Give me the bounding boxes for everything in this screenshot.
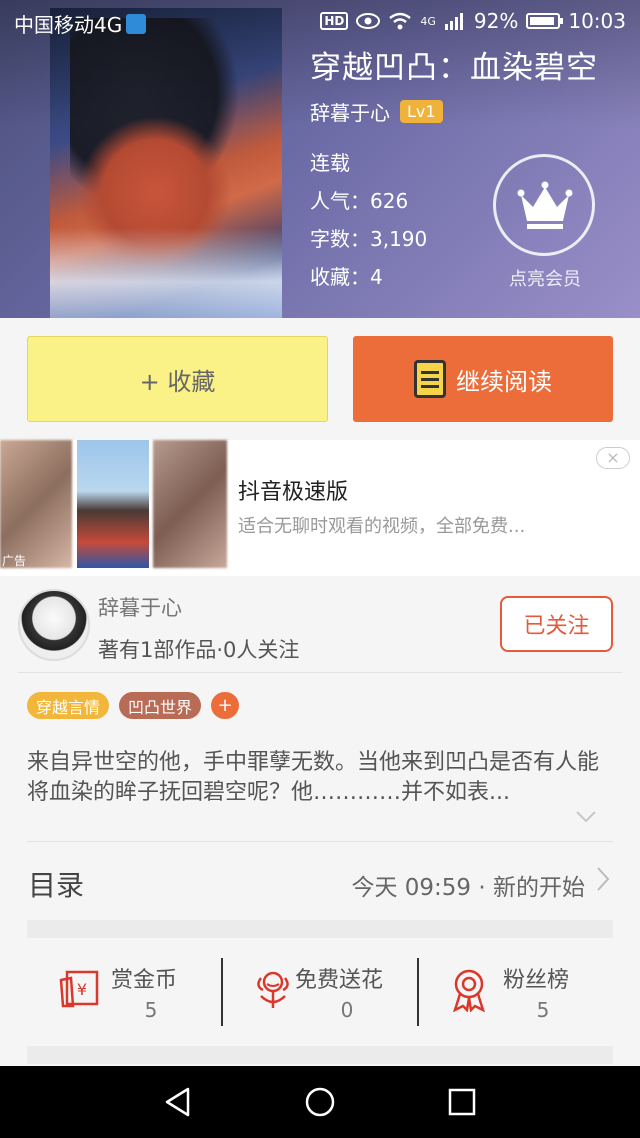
- interaction-stats: ¥ 赏金币 5 免费送花 0 粉丝榜 5: [27, 940, 613, 1044]
- level-badge: Lv1: [400, 100, 443, 123]
- reward-coins-label: 赏金币: [111, 968, 178, 993]
- author-avatar[interactable]: [18, 589, 90, 661]
- popularity-count: 人气：626: [310, 189, 409, 213]
- recents-icon[interactable]: [446, 1086, 478, 1118]
- word-count: 字数：3,190: [310, 227, 428, 251]
- eye-icon: [356, 13, 381, 29]
- follow-button[interactable]: 已关注: [500, 596, 613, 652]
- fan-ranking-label: 粉丝榜: [503, 968, 570, 993]
- book-description[interactable]: 来自异世空的他，手中罪孽无数。当他来到凹凸是否有人能将血染的眸子抚回碧空呢？他……: [27, 748, 612, 808]
- status-bar: 中国移动4G HD 4G 92% 10:03: [0, 0, 640, 42]
- author-name[interactable]: 辞暮于心: [98, 592, 182, 622]
- action-bar: + 收藏 继续阅读: [0, 318, 640, 440]
- author-stats: 著有1部作品·0人关注: [98, 638, 300, 662]
- expand-chevron-icon[interactable]: [575, 810, 597, 824]
- carrier-label: 中国移动4G: [14, 13, 123, 37]
- ad-banner[interactable]: 广告 抖音极速版 适合无聊时观看的视频，全部免费...: [0, 440, 640, 576]
- vip-button[interactable]: [493, 154, 595, 256]
- network-type: 4G: [420, 14, 436, 28]
- catalog-row[interactable]: 目录 今天 09:59 · 新的开始: [0, 842, 640, 922]
- vip-label: 点亮会员: [509, 269, 581, 290]
- hotspot-icon: [126, 13, 147, 34]
- favorite-button[interactable]: + 收藏: [27, 336, 328, 422]
- serial-status: 连载: [310, 151, 350, 175]
- clock: 10:03: [568, 9, 626, 33]
- divider: [18, 672, 622, 673]
- svg-text:¥: ¥: [77, 980, 87, 999]
- home-icon[interactable]: [304, 1086, 336, 1118]
- continue-reading-button[interactable]: 继续阅读: [353, 336, 613, 422]
- section-band: [27, 920, 613, 938]
- ad-title: 抖音极速版: [238, 480, 349, 505]
- ad-description: 适合无聊时观看的视频，全部免费...: [238, 516, 526, 537]
- wifi-icon: [389, 12, 412, 30]
- ad-image-left: [0, 440, 72, 568]
- book-icon: [414, 360, 446, 398]
- back-icon[interactable]: [162, 1086, 194, 1118]
- book-header: 中国移动4G HD 4G 92% 10:03 穿越凹凸：血染碧空 辞暮于心 Lv…: [0, 0, 640, 318]
- battery-icon: [526, 13, 564, 29]
- free-flowers-value: 0: [340, 998, 354, 1022]
- ad-image-center: [77, 440, 149, 568]
- free-flowers-stat[interactable]: 免费送花 0: [223, 940, 417, 1044]
- system-nav-bar: [0, 1066, 640, 1138]
- free-flowers-label: 免费送花: [295, 968, 384, 993]
- reward-coins-stat[interactable]: ¥ 赏金币 5: [27, 940, 221, 1044]
- chevron-right-icon: [597, 867, 610, 891]
- battery-percent: 92%: [473, 9, 519, 33]
- book-author[interactable]: 辞暮于心: [310, 97, 390, 126]
- latest-chapter: 今天 09:59 · 新的开始: [351, 875, 585, 901]
- add-tag-button[interactable]: +: [211, 692, 240, 719]
- fan-ranking-stat[interactable]: 粉丝榜 5: [419, 940, 613, 1044]
- catalog-title: 目录: [28, 869, 85, 902]
- crown-icon: [517, 181, 573, 229]
- tag-item[interactable]: 凹凸世界: [119, 692, 202, 719]
- section-band: [27, 1046, 613, 1064]
- book-title: 穿越凹凸：血染碧空: [310, 50, 598, 86]
- tag-list: 穿越言情 凹凸世界 +: [27, 692, 240, 719]
- continue-reading-label: 继续阅读: [456, 367, 552, 396]
- ad-label: 广告: [2, 554, 27, 568]
- favorite-count: 收藏：4: [310, 265, 383, 289]
- ad-image-right: [153, 440, 227, 568]
- red-envelope-icon: ¥: [59, 970, 99, 1008]
- hd-icon: HD: [320, 12, 349, 30]
- signal-icon: [444, 13, 463, 30]
- tag-item[interactable]: 穿越言情: [27, 692, 110, 719]
- fan-ranking-value: 5: [536, 998, 550, 1022]
- ribbon-medal-icon: [453, 969, 485, 1012]
- ad-close-button[interactable]: ×: [596, 447, 630, 469]
- flower-icon: [257, 971, 289, 1008]
- author-card: 辞暮于心 著有1部作品·0人关注 已关注: [0, 576, 640, 672]
- reward-coins-value: 5: [144, 998, 158, 1022]
